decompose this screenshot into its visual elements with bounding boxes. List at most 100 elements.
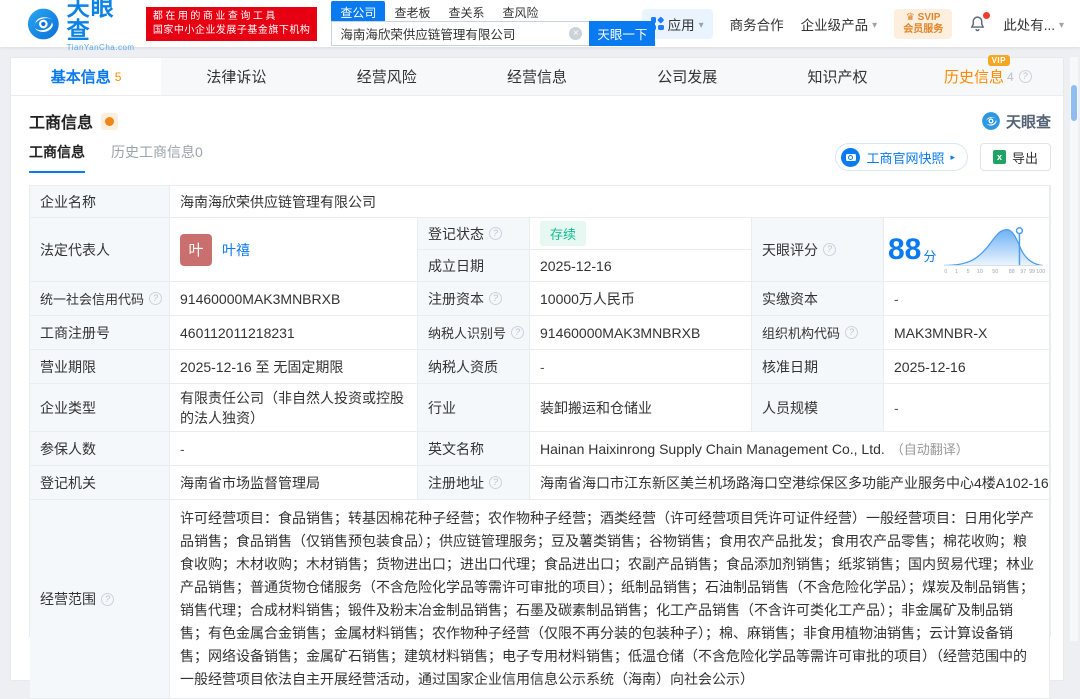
taxpayer-id-value: 91460000MAK3MNBRXB (530, 316, 752, 350)
content-card: 基本信息 5 法律诉讼 经营风险 经营信息 公司发展 知识产权 历史信息 VIP … (10, 55, 1064, 699)
svg-text:100: 100 (1037, 269, 1045, 275)
approve-date-value: 2025-12-16 (884, 350, 1050, 384)
help-icon[interactable] (489, 227, 502, 240)
promo-line2: 国家中小企业发展子基金旗下机构 (152, 24, 311, 36)
reg-authority-value: 海南省市场监督管理局 (170, 466, 418, 500)
svg-text:50: 50 (993, 269, 999, 275)
company-name-value: 海南海欣荣供应链管理有限公司 (170, 186, 1050, 218)
score-label: 天眼评分 (752, 218, 884, 282)
promo-line1: 都在用的商业查询工具 (152, 10, 278, 22)
tab-company-development[interactable]: 公司发展 (612, 58, 762, 95)
svg-text:97: 97 (1021, 269, 1027, 275)
section-stamp-icon (101, 112, 119, 130)
subtab-business-info[interactable]: 工商信息 (29, 142, 85, 173)
industry-label: 行业 (418, 384, 530, 432)
tianyancha-logo[interactable]: 天眼查 TianYanCha.com (26, 0, 136, 52)
menu-cooperation[interactable]: 商务合作 (730, 14, 784, 34)
reg-capital-label: 注册资本 (418, 282, 530, 316)
credit-code-label: 统一社会信用代码 (30, 282, 170, 316)
svg-text:0: 0 (945, 269, 948, 275)
crown-icon: ♛ (905, 11, 915, 23)
company-name-label: 企业名称 (30, 186, 170, 218)
svg-text:99: 99 (1029, 269, 1035, 275)
score-value[interactable]: 88 分 0 1 5 10 50 88 97 99 100 (884, 218, 1050, 282)
svg-text:10: 10 (977, 269, 983, 275)
svg-text:5: 5 (967, 269, 970, 275)
reg-number-label: 工商注册号 (30, 316, 170, 350)
scrollbar-thumb[interactable] (1071, 85, 1077, 121)
help-icon[interactable] (823, 243, 836, 256)
reg-authority-label: 登记机关 (30, 466, 170, 500)
help-icon[interactable] (845, 326, 859, 339)
business-scope-value: 许可经营项目：食品销售；转基因棉花种子经营；农作物种子经营；酒类经营（许可经营项… (170, 500, 1050, 699)
help-icon[interactable] (149, 292, 163, 305)
reg-status-label: 登记状态 (418, 218, 530, 250)
tianyancha-swirl-icon (27, 8, 59, 39)
business-scope-label: 经营范围 (30, 500, 170, 699)
logo-title: 天眼查 (66, 0, 115, 43)
help-icon[interactable] (511, 326, 525, 339)
header-menu: 应用 商务合作 企业级产品 ♛ SVIP 会员服务 此处有... (641, 8, 1080, 39)
search-input[interactable] (331, 21, 590, 46)
export-button[interactable]: 导出 (979, 143, 1051, 171)
score-distribution-chart: 0 1 5 10 50 88 97 99 100 (944, 226, 1045, 275)
org-code-value: MAK3MNBR-X (884, 316, 1050, 350)
help-icon[interactable] (1018, 70, 1032, 83)
english-name-label: 英文名称 (418, 432, 530, 466)
notification-dot (983, 12, 991, 19)
camera-icon (841, 147, 861, 167)
svg-text:1: 1 (955, 269, 958, 275)
help-icon[interactable] (489, 476, 502, 489)
reg-address-label: 注册地址 (418, 466, 530, 500)
tab-legal-litigation[interactable]: 法律诉讼 (161, 58, 311, 95)
arrow-right-icon: ▸ (950, 151, 955, 162)
paid-capital-label: 实缴资本 (752, 282, 884, 316)
tab-basic-info[interactable]: 基本信息 5 (11, 58, 162, 95)
help-icon[interactable] (489, 292, 502, 305)
company-nav-tabs: 基本信息 5 法律诉讼 经营风险 经营信息 公司发展 知识产权 历史信息 VIP … (11, 55, 1063, 96)
reg-number-value: 460112011218231 (170, 316, 418, 350)
scrollbar-track[interactable] (1070, 57, 1078, 641)
search-button[interactable]: 天眼一下 (589, 21, 656, 46)
business-info-table: 企业名称 海南海欣荣供应链管理有限公司 法定代表人 叶 叶禧 登记状态 存续 成… (29, 185, 1051, 699)
status-badge: 存续 (540, 221, 587, 246)
industry-value: 装卸搬运和仓储业 (530, 384, 752, 432)
watermark-logo: 天眼查 (981, 111, 1051, 132)
tab-history-info[interactable]: 历史信息 VIP 4 (913, 55, 1063, 95)
section-title: 工商信息 (29, 115, 94, 132)
notification-bell-icon[interactable] (969, 12, 991, 32)
legal-rep-label: 法定代表人 (30, 218, 170, 282)
official-snapshot-button[interactable]: 工商官网快照 ▸ (835, 143, 968, 171)
approve-date-label: 核准日期 (752, 350, 884, 384)
vip-badge: VIP (987, 55, 1010, 66)
english-name-value: Hainan Haixinrong Supply Chain Managemen… (530, 432, 1050, 466)
chevron-down-icon (1059, 16, 1064, 31)
top-header: 天眼查 TianYanCha.com 都在用的商业查询工具 国家中小企业发展子基… (0, 0, 1080, 51)
company-type-label: 企业类型 (30, 384, 170, 432)
credit-code-value: 91460000MAK3MNBRXB (170, 282, 418, 316)
auto-translate-note: （自动翻译） (890, 442, 969, 457)
taxpayer-quality-value: - (530, 350, 752, 384)
menu-more[interactable]: 此处有... (1003, 14, 1064, 34)
legal-rep-link[interactable]: 叶禧 (222, 240, 250, 260)
org-code-label: 组织机构代码 (752, 316, 884, 350)
svg-text:88: 88 (1009, 269, 1015, 275)
subtab-history-business-info[interactable]: 历史工商信息0 (111, 142, 203, 173)
tab-intellectual-property[interactable]: 知识产权 (762, 58, 912, 95)
svip-member-button[interactable]: ♛ SVIP 会员服务 (894, 8, 953, 39)
help-icon[interactable] (101, 592, 114, 606)
establish-date-label: 成立日期 (418, 250, 530, 282)
reg-capital-value: 10000万人民币 (530, 282, 752, 316)
legal-rep-avatar[interactable]: 叶 (180, 233, 212, 266)
chevron-down-icon (872, 16, 877, 31)
tab-operation-info[interactable]: 经营信息 (462, 58, 612, 95)
insured-count-value: - (170, 432, 418, 466)
staff-size-label: 人员规模 (752, 384, 884, 432)
tab-operation-risk[interactable]: 经营风险 (312, 58, 462, 95)
company-type-value: 有限责任公司（非自然人投资或控股的法人独资） (170, 384, 418, 432)
legal-rep-value: 叶 叶禧 (170, 218, 418, 282)
taxpayer-quality-label: 纳税人资质 (418, 350, 530, 384)
staff-size-value: - (884, 384, 1050, 432)
menu-enterprise[interactable]: 企业级产品 (801, 14, 878, 34)
excel-icon (992, 150, 1006, 164)
